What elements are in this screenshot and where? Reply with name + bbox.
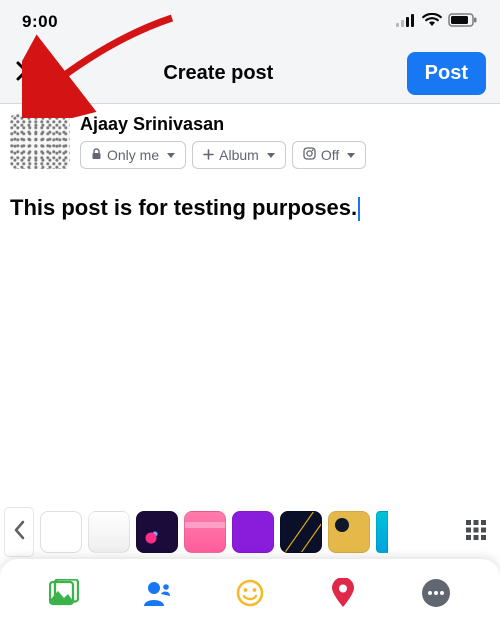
- bg-swatch-teal-gradient[interactable]: [376, 511, 388, 553]
- text-cursor: [358, 197, 360, 221]
- feeling-activity-button[interactable]: [230, 575, 270, 615]
- check-in-button[interactable]: [323, 575, 363, 615]
- bg-swatch-pink-folder[interactable]: [184, 511, 226, 553]
- bg-grid-button[interactable]: [456, 512, 496, 552]
- grid-icon: [465, 519, 487, 546]
- location-pin-icon: [331, 578, 355, 613]
- compose-header: Create post Post: [0, 44, 500, 104]
- bg-swatch-rocket-purple[interactable]: [136, 511, 178, 553]
- bg-swatch-dark-meteor[interactable]: [280, 511, 322, 553]
- emoji-icon: [236, 579, 264, 612]
- user-name: Ajaay Srinivasan: [80, 114, 366, 135]
- status-time: 9:00: [22, 12, 58, 32]
- instagram-label: Off: [321, 147, 339, 163]
- plus-icon: [203, 147, 214, 163]
- composer-text: This post is for testing purposes.: [10, 195, 357, 220]
- status-indicators: [396, 13, 478, 32]
- instagram-crosspost-selector[interactable]: Off: [292, 141, 366, 169]
- post-button[interactable]: Post: [407, 52, 486, 95]
- instagram-icon: [303, 147, 316, 163]
- lock-icon: [91, 147, 102, 163]
- battery-icon: [448, 13, 478, 32]
- bg-swatch-light-gray-pattern[interactable]: [88, 511, 130, 553]
- album-selector[interactable]: Album: [192, 141, 286, 169]
- photo-icon: [49, 579, 79, 612]
- bg-swatch-plain-white[interactable]: [40, 511, 82, 553]
- status-bar: 9:00: [0, 0, 500, 44]
- more-options-button[interactable]: [416, 575, 456, 615]
- bg-swatch-yellow-illustration[interactable]: [328, 511, 370, 553]
- pill-row: Only me Album Off: [80, 141, 366, 169]
- wifi-icon: [422, 13, 442, 32]
- audience-selector[interactable]: Only me: [80, 141, 186, 169]
- audience-label: Only me: [107, 147, 159, 163]
- chevron-left-icon: [13, 520, 26, 545]
- attachment-panel: [0, 559, 500, 631]
- header-title: Create post: [30, 62, 407, 85]
- user-row: Ajaay Srinivasan Only me Album: [0, 104, 500, 179]
- person-tag-icon: [142, 580, 172, 611]
- tag-people-button[interactable]: [137, 575, 177, 615]
- background-strip: [0, 503, 500, 561]
- user-meta: Ajaay Srinivasan Only me Album: [80, 114, 366, 169]
- album-label: Album: [219, 147, 259, 163]
- composer-area[interactable]: This post is for testing purposes.: [0, 179, 500, 240]
- add-photo-button[interactable]: [44, 575, 84, 615]
- bg-scroll-left-button[interactable]: [4, 507, 34, 557]
- more-icon: [421, 578, 451, 613]
- bg-swatch-solid-purple[interactable]: [232, 511, 274, 553]
- avatar[interactable]: [10, 114, 70, 169]
- cellular-signal-icon: [396, 13, 416, 32]
